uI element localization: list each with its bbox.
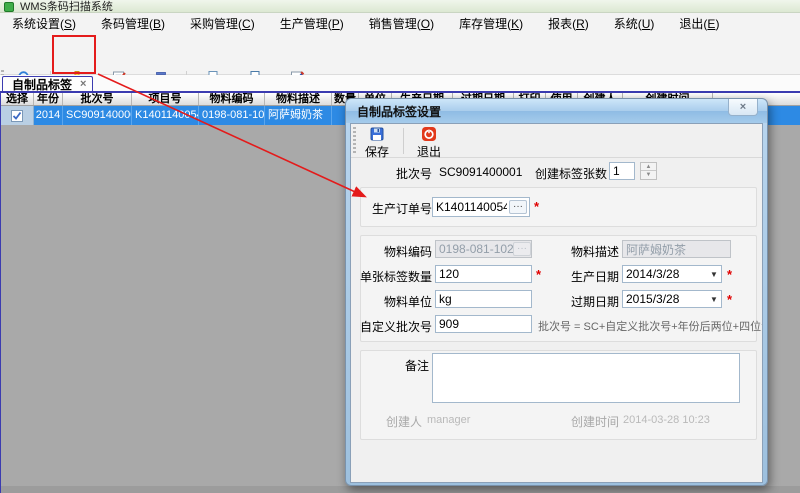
column-header[interactable]: 项目号 <box>132 93 199 105</box>
order-label: 生产订单号 <box>361 200 432 217</box>
material-desc-input <box>622 240 731 258</box>
menu-item-K[interactable]: 库存管理(K) <box>459 15 523 32</box>
chevron-down-icon[interactable]: ▼ <box>710 295 718 304</box>
tab-close-icon[interactable]: × <box>80 78 86 90</box>
save-icon <box>369 126 385 142</box>
column-header[interactable]: 选择 <box>1 93 34 105</box>
qty-required-mark: * <box>536 267 541 282</box>
order-browse-button[interactable]: ··· <box>509 200 527 214</box>
table-cell[interactable]: 2014 <box>34 106 63 125</box>
main-toolbar: 查询新增修改删除预览打印设计 <box>0 33 800 75</box>
custom-batch-input[interactable] <box>435 315 532 333</box>
qty-label: 单张标签数量 <box>353 268 432 285</box>
material-desc-label: 物料描述 <box>557 243 619 260</box>
copies-spinner[interactable]: ▲ ▼ <box>640 162 657 180</box>
label-settings-dialog: 自制品标签设置 × 保存 退出 批次号 SC9091400001 创建标签张数 <box>345 98 768 486</box>
chevron-down-icon[interactable]: ▼ <box>710 270 718 279</box>
dialog-title: 自制品标签设置 <box>357 103 441 120</box>
exp-date-combobox[interactable] <box>622 290 722 308</box>
app-logo-icon <box>4 2 14 12</box>
spinner-up-icon[interactable]: ▲ <box>641 163 656 171</box>
order-required-mark: * <box>534 199 539 214</box>
table-cell[interactable]: 0198-081-102 <box>199 106 265 125</box>
creator-label: 创建人 <box>371 413 422 430</box>
remark-label: 备注 <box>387 357 429 374</box>
material-code-label: 物料编码 <box>367 243 432 260</box>
qty-input[interactable] <box>435 265 532 283</box>
dialog-toolbar-grip <box>353 127 356 155</box>
column-header[interactable]: 批次号 <box>63 93 132 105</box>
menu-item-C[interactable]: 采购管理(C) <box>190 15 255 32</box>
tab-strip <box>0 75 800 91</box>
unit-label: 物料单位 <box>367 293 432 310</box>
exp-date-required-mark: * <box>727 292 732 307</box>
tab-self-made-label[interactable]: 自制品标签 × <box>2 76 93 91</box>
creator-value: manager <box>427 414 470 426</box>
dialog-toolbar: 保存 退出 <box>351 124 762 158</box>
material-code-browse-button: ··· <box>513 242 531 256</box>
exp-date-label: 过期日期 <box>557 293 619 310</box>
table-cell[interactable]: 阿萨姆奶茶 <box>265 106 332 125</box>
app-window: WMS条码扫描系统 系统设置(S) 条码管理(B) 采购管理(C) 生产管理(P) 销售… <box>0 0 800 493</box>
menu-item-E[interactable]: 退出(E) <box>679 15 719 32</box>
batch-no-value: SC9091400001 <box>439 165 522 179</box>
exit-icon <box>421 126 437 142</box>
dialog-titlebar[interactable]: 自制品标签设置 × <box>346 99 767 123</box>
menu-item-S[interactable]: 系统设置(S) <box>12 15 76 32</box>
column-header[interactable]: 年份 <box>34 93 63 105</box>
prod-date-label: 生产日期 <box>557 268 619 285</box>
window-titlebar: WMS条码扫描系统 <box>0 0 800 13</box>
dialog-toolbar-separator <box>403 128 404 154</box>
row-checkbox[interactable] <box>11 110 23 122</box>
unit-input[interactable] <box>435 290 532 308</box>
created-time-label: 创建时间 <box>569 413 619 430</box>
prod-date-combobox[interactable] <box>622 265 722 283</box>
window-title: WMS条码扫描系统 <box>20 0 113 13</box>
prod-date-required-mark: * <box>727 267 732 282</box>
tab-label: 自制品标签 <box>12 76 72 93</box>
menu-bar: 系统设置(S) 条码管理(B) 采购管理(C) 生产管理(P) 销售管理(O) 库存管理(… <box>0 13 800 33</box>
menu-item-R[interactable]: 报表(R) <box>548 15 589 32</box>
copies-input[interactable] <box>609 162 635 180</box>
dialog-close-button[interactable]: × <box>728 99 758 116</box>
dialog-body: 保存 退出 批次号 SC9091400001 创建标签张数 ▲ ▼ 生产订单号 <box>350 123 763 483</box>
batch-no-label: 批次号 <box>367 165 432 182</box>
custom-batch-label: 自定义批次号 <box>353 318 432 335</box>
row-select-cell[interactable] <box>1 106 34 125</box>
created-time-value: 2014-03-28 10:23 <box>623 414 710 426</box>
exit-button[interactable]: 退出 <box>409 125 449 157</box>
window-bottom-edge <box>0 486 800 493</box>
spinner-down-icon[interactable]: ▼ <box>641 171 656 179</box>
menu-item-U[interactable]: 系统(U) <box>614 15 655 32</box>
column-header[interactable]: 物料描述 <box>265 93 332 105</box>
column-header[interactable]: 物料编码 <box>199 93 265 105</box>
table-cell[interactable]: SC9091400001 <box>63 106 132 125</box>
menu-item-B[interactable]: 条码管理(B) <box>101 15 165 32</box>
copies-label: 创建标签张数 <box>527 165 607 182</box>
menu-item-O[interactable]: 销售管理(O) <box>369 15 434 32</box>
batch-format-hint: 批次号 = SC+自定义批次号+年份后两位+四位流水号 <box>538 318 763 334</box>
remark-textarea[interactable] <box>432 353 740 403</box>
save-button[interactable]: 保存 <box>357 125 397 157</box>
table-cell[interactable]: K1401140054 <box>132 106 199 125</box>
menu-item-P[interactable]: 生产管理(P) <box>280 15 344 32</box>
